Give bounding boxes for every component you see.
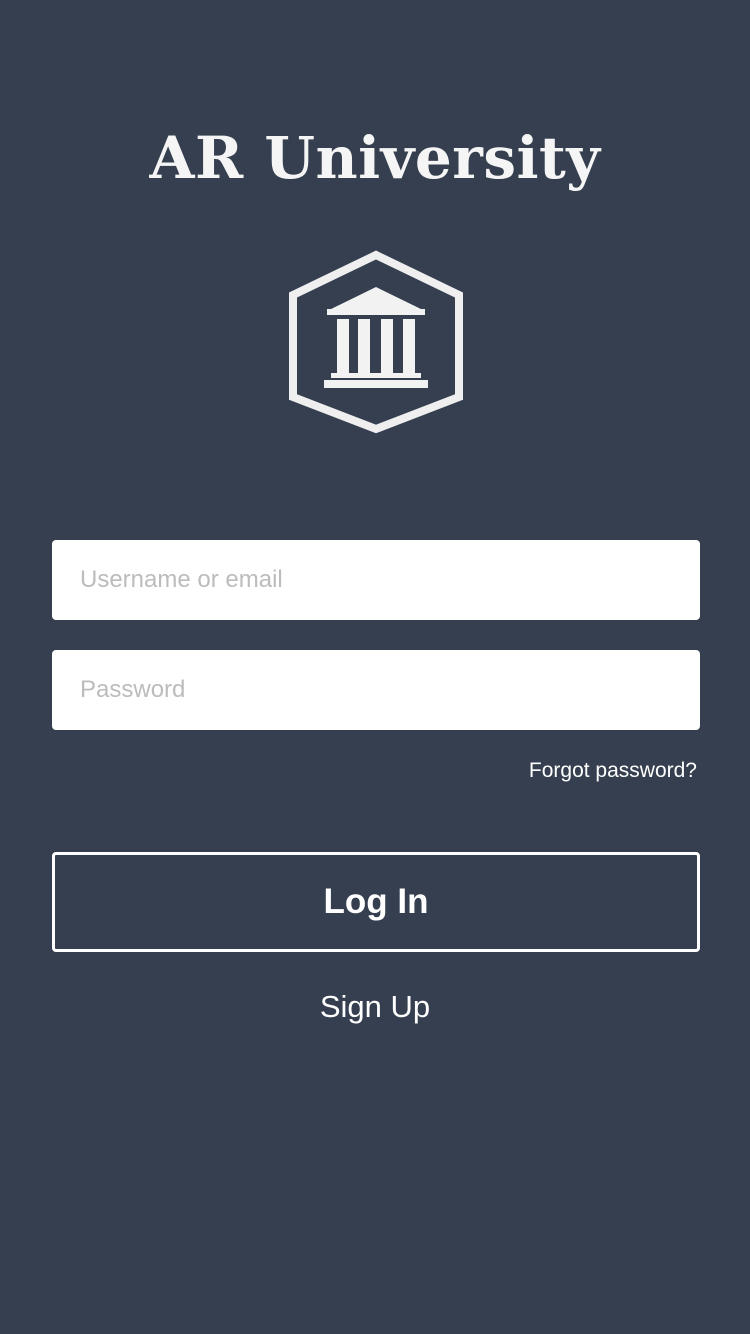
username-input[interactable] (52, 540, 700, 620)
password-input[interactable] (52, 650, 700, 730)
signup-button[interactable]: Sign Up (0, 986, 750, 1028)
forgot-password-link[interactable]: Forgot password? (529, 757, 697, 785)
university-logo-icon (285, 247, 467, 437)
app-title: AR University (149, 124, 601, 192)
login-button[interactable]: Log In (52, 852, 700, 952)
